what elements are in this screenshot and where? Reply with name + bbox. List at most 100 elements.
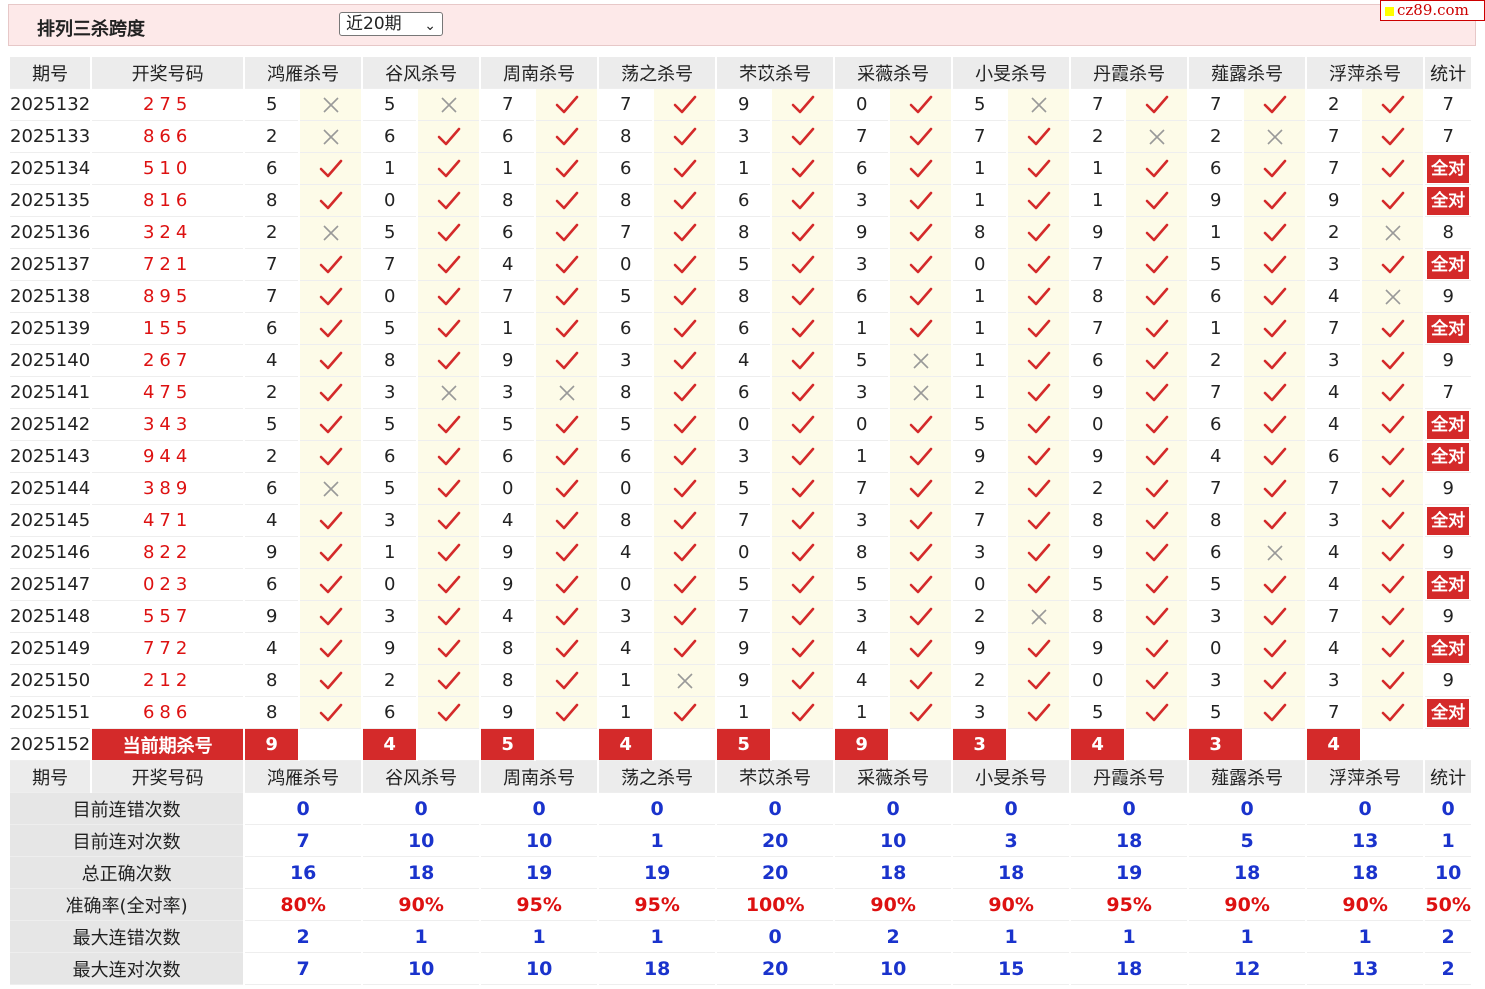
kill-number-cell: 0 — [953, 569, 1007, 601]
check-icon — [1244, 505, 1306, 537]
kill-number-cell: 3 — [481, 377, 535, 409]
header-expert-2: 谷风杀号 — [363, 761, 480, 793]
check-icon — [536, 601, 598, 633]
stat-cell: 全对 — [1425, 697, 1472, 729]
current-kill-blank — [536, 729, 598, 761]
summary-value: 19 — [1071, 857, 1188, 889]
check-icon — [890, 249, 952, 281]
check-icon — [1244, 473, 1306, 505]
summary-value: 0 — [481, 793, 598, 825]
draw-number-cell: 212 — [92, 665, 244, 697]
header-expert-3: 周南杀号 — [481, 57, 598, 89]
kill-number-cell: 9 — [363, 633, 417, 665]
check-icon — [890, 441, 952, 473]
summary-value: 12 — [1189, 953, 1306, 985]
check-icon — [654, 441, 716, 473]
table-row: 2025132 275 5 5 7 7 9 0 5 7 7 2 7 — [10, 89, 1472, 121]
draw-number-cell: 816 — [92, 185, 244, 217]
kill-number-cell: 4 — [717, 345, 771, 377]
draw-number-cell: 721 — [92, 249, 244, 281]
period-select[interactable]: 近20期 ⌄ — [339, 12, 443, 36]
kill-number-cell: 5 — [1071, 569, 1125, 601]
check-icon — [890, 633, 952, 665]
check-icon — [300, 633, 362, 665]
issue-cell: 2025147 — [10, 569, 91, 601]
check-icon — [890, 89, 952, 121]
check-icon — [300, 409, 362, 441]
all-correct-badge: 全对 — [1427, 506, 1470, 535]
issue-cell: 2025133 — [10, 121, 91, 153]
issue-cell: 2025150 — [10, 665, 91, 697]
check-icon — [772, 601, 834, 633]
current-kill-number: 9 — [835, 729, 889, 761]
kill-number-cell: 1 — [481, 153, 535, 185]
top-header-row: 期号 开奖号码 鸿雁杀号 谷风杀号 周南杀号 荡之杀号 芣苡杀号 采薇杀号 小旻杀号 丹霞杀号 薤露… — [10, 57, 1472, 89]
check-icon — [300, 569, 362, 601]
kill-number-cell: 2 — [1071, 473, 1125, 505]
check-icon — [536, 185, 598, 217]
check-icon — [654, 281, 716, 313]
kill-number-cell: 8 — [599, 185, 653, 217]
kill-number-cell: 9 — [481, 569, 535, 601]
current-kill-blank — [890, 729, 952, 761]
check-icon — [1126, 281, 1188, 313]
kill-number-cell: 1 — [717, 153, 771, 185]
summary-value: 10 — [481, 825, 598, 857]
draw-number-cell: 866 — [92, 121, 244, 153]
check-icon — [654, 89, 716, 121]
stat-cell: 9 — [1425, 473, 1472, 505]
kill-number-cell: 8 — [481, 185, 535, 217]
current-issue-cell: 2025152 — [10, 729, 91, 761]
kill-number-cell: 3 — [1307, 665, 1361, 697]
kill-number-cell: 8 — [363, 345, 417, 377]
check-icon — [418, 153, 480, 185]
check-icon — [772, 665, 834, 697]
check-icon — [300, 505, 362, 537]
kill-number-cell: 0 — [481, 473, 535, 505]
check-icon — [1008, 441, 1070, 473]
kill-number-cell: 6 — [1189, 537, 1243, 569]
kill-number-cell: 0 — [717, 537, 771, 569]
kill-number-cell: 4 — [1307, 633, 1361, 665]
cross-icon — [418, 89, 480, 121]
check-icon — [772, 377, 834, 409]
check-icon — [1362, 409, 1424, 441]
kill-number-cell: 3 — [953, 697, 1007, 729]
check-icon — [300, 345, 362, 377]
kill-number-cell: 5 — [245, 89, 299, 121]
check-icon — [1008, 249, 1070, 281]
summary-row: 目前连错次数 0 0 0 0 0 0 0 0 0 0 0 — [10, 793, 1472, 825]
summary-value: 18 — [1071, 825, 1188, 857]
kill-number-cell: 6 — [1189, 409, 1243, 441]
kill-number-cell: 7 — [1071, 249, 1125, 281]
kill-number-cell: 5 — [245, 409, 299, 441]
kill-number-cell: 9 — [1071, 633, 1125, 665]
kill-number-cell: 8 — [1071, 505, 1125, 537]
header-draw: 开奖号码 — [92, 57, 244, 89]
check-icon — [1126, 409, 1188, 441]
kill-number-cell: 9 — [481, 697, 535, 729]
kill-number-cell: 9 — [1071, 377, 1125, 409]
check-icon — [300, 537, 362, 569]
current-kill-number: 4 — [1071, 729, 1125, 761]
check-icon — [1244, 217, 1306, 249]
check-icon — [1362, 537, 1424, 569]
check-icon — [418, 281, 480, 313]
kill-number-cell: 0 — [835, 409, 889, 441]
header-expert-9: 薤露杀号 — [1189, 57, 1306, 89]
kill-number-cell: 0 — [363, 185, 417, 217]
summary-label: 最大连错次数 — [10, 921, 244, 953]
header-expert-6: 采薇杀号 — [835, 761, 952, 793]
kill-number-cell: 5 — [599, 409, 653, 441]
kill-number-cell: 0 — [363, 281, 417, 313]
kill-number-cell: 7 — [1307, 121, 1361, 153]
kill-number-cell: 9 — [835, 217, 889, 249]
check-icon — [1362, 377, 1424, 409]
cross-icon — [1244, 537, 1306, 569]
site-logo[interactable]: cz89.com — [1380, 0, 1485, 21]
kill-number-cell: 7 — [717, 505, 771, 537]
kill-number-cell: 8 — [1071, 281, 1125, 313]
summary-value: 90% — [835, 889, 952, 921]
kill-number-cell: 5 — [1189, 569, 1243, 601]
kill-number-cell: 5 — [717, 249, 771, 281]
